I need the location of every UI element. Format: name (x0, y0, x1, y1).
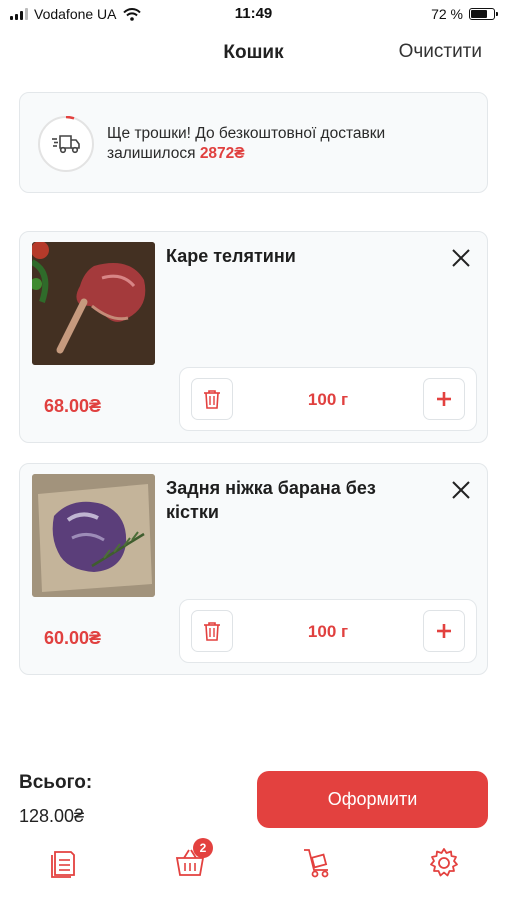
battery-icon (469, 8, 498, 20)
trash-icon (204, 622, 220, 641)
settings-icon (430, 848, 458, 877)
delivery-icon (304, 849, 329, 878)
delivery-progress-ring (38, 116, 94, 172)
lamb-leg-image (32, 474, 155, 597)
battery-fill (471, 10, 487, 18)
cart-count-badge: 2 (193, 838, 213, 858)
product-price: 60.00₴ (44, 628, 102, 648)
delete-quantity-button[interactable] (191, 610, 233, 652)
product-image[interactable] (32, 474, 155, 597)
product-name[interactable]: Задня ніжка барана без кістки (166, 476, 426, 524)
product-name[interactable]: Каре телятини (166, 244, 426, 268)
header: Кошик Очистити (0, 36, 507, 72)
cart-item: Задня ніжка барана без кістки 60.00₴ 100… (19, 463, 488, 675)
nav-cart[interactable]: 2 (173, 838, 213, 880)
battery-percent: 72 % (431, 6, 463, 22)
quantity-value: 100 г (307, 390, 349, 409)
remove-item-icon[interactable] (449, 246, 473, 270)
status-bar: Vodafone UA 11:49 72 % (0, 0, 507, 30)
bottom-nav: 2 (0, 838, 507, 890)
plus-icon (437, 392, 451, 406)
delete-quantity-button[interactable] (191, 378, 233, 420)
delivery-message-text: Ще трошки! До безкоштовної доставки зали… (107, 125, 386, 162)
cart-item: Каре телятини 68.00₴ 100 г (19, 231, 488, 443)
increase-quantity-button[interactable] (423, 378, 465, 420)
nav-catalog[interactable] (47, 846, 81, 880)
remove-item-icon[interactable] (449, 478, 473, 502)
trash-icon (204, 390, 220, 409)
veal-rack-image (32, 242, 155, 365)
delivery-remaining-amount: 2872₴ (199, 145, 245, 162)
plus-icon (437, 624, 451, 638)
free-delivery-banner: Ще трошки! До безкоштовної доставки зали… (19, 92, 488, 193)
delivery-message: Ще трошки! До безкоштовної доставки зали… (107, 124, 477, 164)
status-right: 72 % (431, 6, 498, 22)
product-price: 68.00₴ (44, 396, 102, 416)
quantity-value: 100 г (307, 622, 349, 641)
nav-settings[interactable] (427, 846, 461, 880)
clear-cart-button[interactable]: Очистити (399, 41, 482, 63)
progress-arc (65, 116, 75, 120)
total-label: Всього: (19, 772, 93, 793)
total-value: 128.00₴ (19, 806, 85, 826)
checkout-button[interactable]: Оформити (257, 771, 488, 828)
quantity-stepper: 100 г (179, 599, 477, 663)
increase-quantity-button[interactable] (423, 610, 465, 652)
product-image[interactable] (32, 242, 155, 365)
quantity-stepper: 100 г (179, 367, 477, 431)
nav-delivery[interactable] (300, 846, 334, 880)
catalog-icon (51, 851, 75, 878)
